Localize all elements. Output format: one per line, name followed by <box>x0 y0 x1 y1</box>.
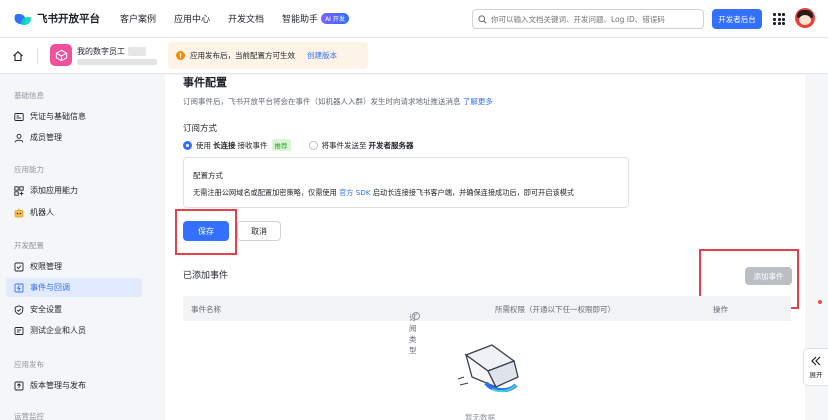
shield-icon <box>14 304 24 315</box>
add-event-button[interactable]: 添加事件 <box>745 267 792 285</box>
sidebar-item-label: 机器人 <box>30 208 54 217</box>
publish-notice: ! 应用发布后，当前配置方可生效 创建版本 <box>168 42 368 69</box>
option-text: 将事件发送至 <box>321 140 367 150</box>
sidebar-item-versions[interactable]: 版本管理与发布 <box>6 376 142 395</box>
app-name: 我的数字员工 <box>77 46 146 57</box>
permission-icon <box>14 262 24 271</box>
app-grid-icon[interactable] <box>773 13 785 25</box>
sidebar-item-label: 添加应用能力 <box>30 186 78 195</box>
apps-add-icon <box>14 185 24 196</box>
nav-customer-cases[interactable]: 客户案例 <box>120 12 156 25</box>
sidebar-item-add-capability[interactable]: 添加应用能力 <box>6 181 142 200</box>
nav-ai-assistant-label: 智能助手 <box>282 15 319 25</box>
developer-server-radio[interactable] <box>308 140 318 150</box>
config-desc-text: 启动长连接接飞书客户端，并确保连接成功后，即可开启该模式 <box>372 188 575 197</box>
sidebar-item-label: 安全设置 <box>30 305 62 314</box>
sidebar-item-permissions[interactable]: 权限管理 <box>6 257 142 276</box>
sidebar-item-credentials[interactable]: 凭证与基础信息 <box>6 107 142 126</box>
column-actions: 操作 <box>713 305 728 314</box>
test-icon <box>14 326 24 335</box>
option-bold-text: 长连接 <box>213 140 236 150</box>
help-icon[interactable]: ? <box>412 312 420 320</box>
feishu-logo-icon <box>12 12 32 26</box>
nav-app-center[interactable]: 应用中心 <box>174 12 210 25</box>
logo-text: 飞书开放平台 <box>37 13 100 25</box>
sidebar-item-label: 版本管理与发布 <box>30 381 86 390</box>
sidebar-item-robot[interactable]: 机器人 <box>6 203 142 222</box>
search-input[interactable] <box>491 14 701 24</box>
double-chevron-left-icon <box>811 356 821 365</box>
home-icon[interactable] <box>12 50 24 62</box>
redacted-app-id <box>77 59 157 65</box>
divider <box>37 48 38 64</box>
config-method-title: 配置方式 <box>193 171 223 180</box>
event-icon <box>14 283 24 292</box>
app-name-text: 我的数字员工 <box>77 47 125 56</box>
sidebar-group-basic-info: 基础信息 <box>14 91 44 100</box>
sidebar-item-test-users[interactable]: 测试企业和人员 <box>6 321 142 340</box>
expand-label: 展开 <box>809 370 823 379</box>
developer-console-button[interactable]: 开发者后台 <box>712 9 762 29</box>
subscribe-method-options: 使用 长连接 接收事件 推荐 将事件发送至 开发者服务器 <box>183 139 416 151</box>
sidebar-item-label: 成员管理 <box>30 133 62 142</box>
create-version-link[interactable]: 创建版本 <box>307 50 337 61</box>
search-icon <box>478 14 487 24</box>
option-bold-text: 开发者服务器 <box>368 140 414 150</box>
added-events-title: 已添加事件 <box>183 271 229 281</box>
sidebar-item-label: 权限管理 <box>30 262 62 271</box>
config-method-description: 无需注册公网域名或配置加密策略，仅需使用 官方 SDK 启动长连接接飞书客户端，… <box>193 188 574 198</box>
upload-icon <box>14 381 24 390</box>
empty-state-text: 暂无数据 <box>465 413 495 420</box>
user-avatar[interactable] <box>795 8 815 28</box>
redacted-text <box>128 47 146 56</box>
config-method-box: 配置方式 无需注册公网域名或配置加密策略，仅需使用 官方 SDK 启动长连接接飞… <box>183 157 629 208</box>
search-box[interactable] <box>472 9 704 29</box>
robot-icon <box>14 208 24 217</box>
ai-badge: AI 开发 <box>321 13 349 24</box>
column-required-permissions: 所需权限（开通以下任一权限即可） <box>495 305 615 314</box>
sidebar-item-label: 凭证与基础信息 <box>30 112 86 121</box>
option-text: 使用 <box>196 140 211 150</box>
notification-dot <box>818 300 822 304</box>
sidebar-group-publish: 应用发布 <box>14 360 44 369</box>
app-icon <box>50 44 72 66</box>
user-icon <box>14 133 24 142</box>
nav-dev-docs[interactable]: 开发文档 <box>228 12 264 25</box>
events-table-header: 事件名称 订阅类型? 所需权限（开通以下任一权限即可） 操作 <box>183 296 791 355</box>
feishu-logo[interactable]: 飞书开放平台 <box>12 11 100 26</box>
sidebar-item-members[interactable]: 成员管理 <box>6 128 142 147</box>
sidebar-group-dev-config: 开发配置 <box>14 241 44 250</box>
app-header-bar: 我的数字员工 ! 应用发布后，当前配置方可生效 创建版本 <box>0 38 828 74</box>
warning-icon: ! <box>176 51 185 60</box>
sidebar-item-label: 事件与回调 <box>30 283 70 292</box>
section-title: 事件配置 <box>183 76 227 89</box>
sidebar-group-monitoring: 运营监控 <box>14 412 44 420</box>
developer-server-option[interactable]: 将事件发送至 开发者服务器 <box>308 140 416 151</box>
option-text: 接收事件 <box>237 140 268 150</box>
sidebar-item-label: 测试企业和人员 <box>30 326 86 335</box>
column-event-name: 事件名称 <box>191 305 221 314</box>
sidebar-item-security[interactable]: 安全设置 <box>6 300 142 319</box>
nav-ai-assistant[interactable]: 智能助手 AI 开发 <box>282 12 349 25</box>
cancel-button[interactable]: 取消 <box>237 221 281 241</box>
section-description: 订阅事件后，飞书开放平台将会在事件（如机器人入群）发生时向请求地址推送消息 了解… <box>183 96 493 107</box>
sidebar-group-app-capability: 应用能力 <box>14 165 44 174</box>
long-connection-label: 使用 长连接 接收事件 <box>196 140 268 151</box>
official-sdk-link[interactable]: 官方 SDK <box>339 188 370 197</box>
sidebar-item-events-callbacks[interactable]: 事件与回调 <box>6 278 142 297</box>
id-card-icon <box>14 112 24 121</box>
empty-box-illustration <box>457 344 519 393</box>
recommended-tag: 推荐 <box>271 139 291 151</box>
subscribe-method-title: 订阅方式 <box>183 124 218 134</box>
config-desc-text: 无需注册公网域名或配置加密策略，仅需使用 <box>193 188 337 197</box>
notice-text: 应用发布后，当前配置方可生效 <box>190 51 295 60</box>
expand-panel-button[interactable]: 展开 <box>803 348 828 386</box>
save-button[interactable]: 保存 <box>183 221 229 241</box>
long-connection-radio[interactable] <box>183 140 192 150</box>
learn-more-link[interactable]: 了解更多 <box>463 97 493 106</box>
section-description-text: 订阅事件后，飞书开放平台将会在事件（如机器人入群）发生时向请求地址推送消息 <box>183 97 461 106</box>
